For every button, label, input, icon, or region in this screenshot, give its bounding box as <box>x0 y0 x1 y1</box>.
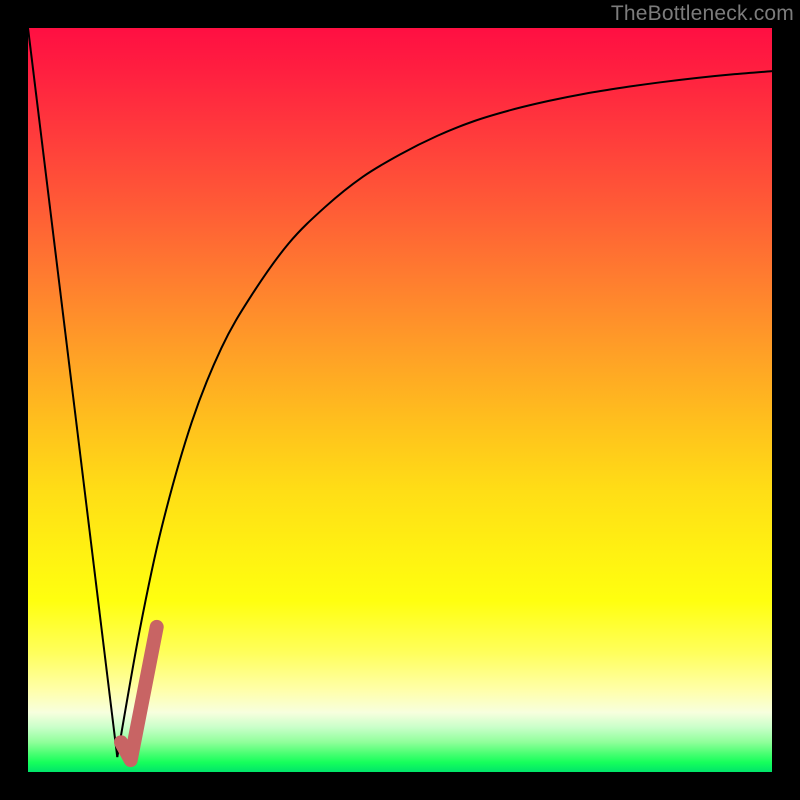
j-mark <box>121 627 157 760</box>
ascend-curve <box>117 71 772 757</box>
plot-area <box>28 28 772 772</box>
chart-frame: TheBottleneck.com <box>0 0 800 800</box>
descend-line <box>28 28 117 757</box>
curves-svg <box>28 28 772 772</box>
watermark-text: TheBottleneck.com <box>611 2 794 26</box>
